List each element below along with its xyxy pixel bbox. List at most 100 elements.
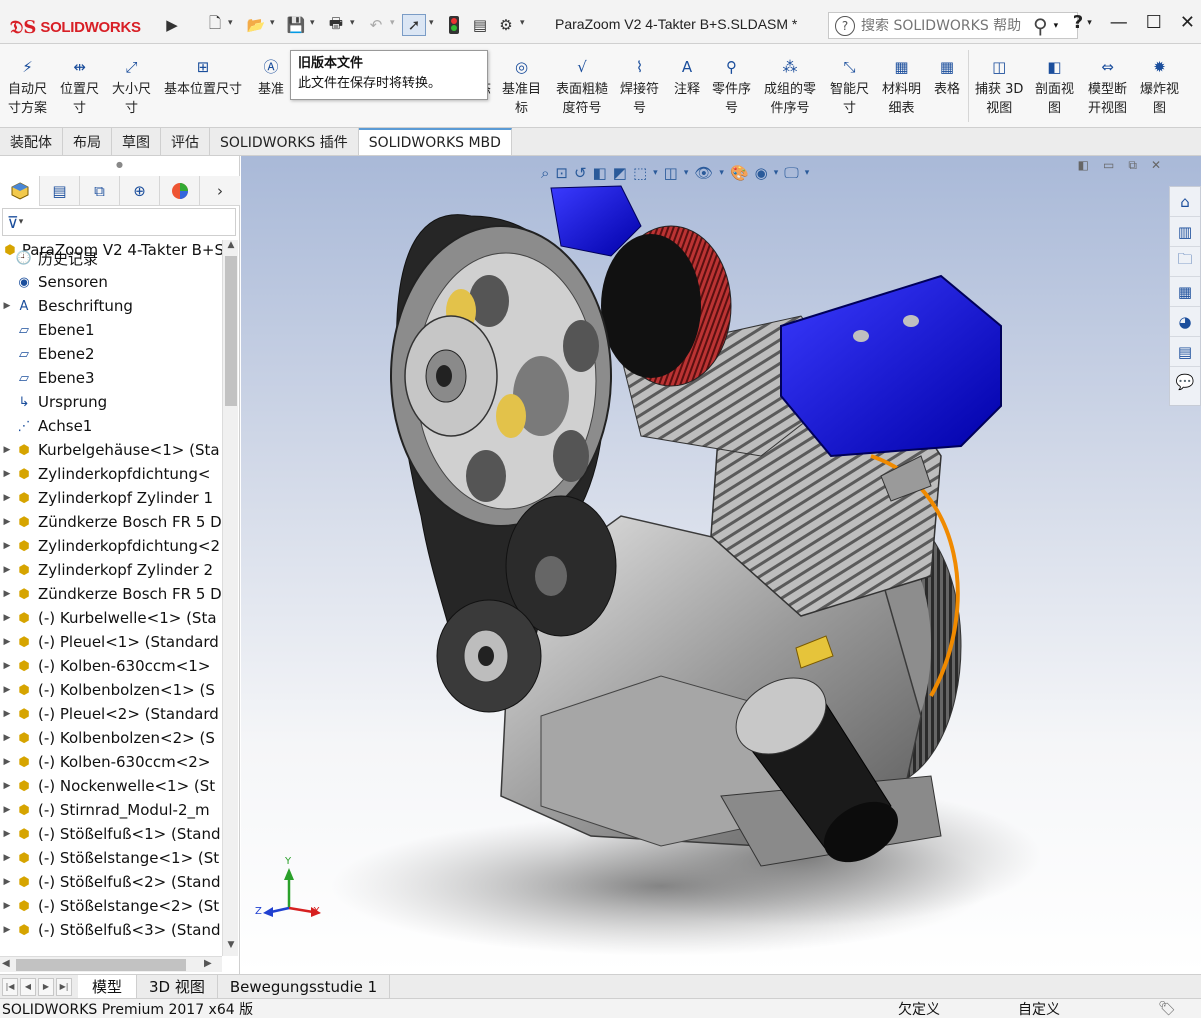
dimxpert-manager-tab[interactable]: ⊕ (120, 176, 160, 206)
tree-item[interactable]: ▶ ⬢ Zylinderkopfdichtung< (0, 462, 222, 486)
expand-arrow-icon[interactable]: ▶ (0, 781, 14, 791)
undo-icon[interactable]: ↶ (364, 14, 388, 36)
tree-item[interactable]: ▱ Ebene1 (0, 318, 222, 342)
tree-item[interactable]: ▶ ⬢ (-) Stößelstange<2> (St (0, 894, 222, 918)
graphics-area[interactable]: ⌕ ⊡ ↺ ◧ ◩ ⬚ ▾ ◫ ▾ 👁 ▾ 🎨 ◉ ▾ 🖵 ▾ ◧ ▭ ⧉ ✕ … (241, 156, 1201, 974)
maximize-icon[interactable]: ☐ (1146, 12, 1162, 33)
hscroll-thumb[interactable] (16, 959, 186, 971)
tab-addins[interactable]: SOLIDWORKS 插件 (210, 128, 359, 155)
tree-filter[interactable]: ⊽ ▾ (2, 208, 236, 236)
ribbon-button-16[interactable]: ▦ 材料明 细表 (882, 56, 921, 118)
last-tab-icon[interactable]: ▶| (56, 977, 72, 996)
expand-arrow-icon[interactable]: ▶ (0, 661, 14, 671)
print-icon[interactable]: 🖶 (324, 14, 348, 36)
engine-model[interactable] (241, 156, 1201, 974)
tree-horizontal-scrollbar[interactable]: ◀ ▶ (0, 956, 222, 972)
file-properties-icon[interactable]: ▤ (468, 14, 492, 36)
tab-layout[interactable]: 布局 (63, 128, 112, 155)
ribbon-button-13[interactable]: ⚲ 零件序号 (712, 56, 751, 118)
select-dropdown[interactable]: ▾ (429, 18, 434, 28)
ribbon-button-0[interactable]: ⚡ 自动尺 寸方案 (8, 56, 47, 118)
ribbon-button-12[interactable]: A 注释 (674, 56, 700, 99)
search-input[interactable] (861, 17, 1031, 34)
search-dropdown-icon[interactable]: ▾ (1054, 21, 1059, 31)
rebuild-icon[interactable] (442, 14, 466, 36)
ribbon-button-11[interactable]: ⌇ 焊接符号 (620, 56, 659, 118)
tree-item[interactable]: ▶ ⬢ (-) Kolben-630ccm<2> (0, 750, 222, 774)
tab-sketch[interactable]: 草图 (112, 128, 161, 155)
status-units[interactable]: 自定义 (1018, 999, 1060, 1019)
tree-item[interactable]: ▶ ⬢ (-) Kolbenbolzen<2> (S (0, 726, 222, 750)
tree-item[interactable]: ▶ ⬢ (-) Nockenwelle<1> (St (0, 774, 222, 798)
tab-3d-view[interactable]: 3D 视图 (137, 974, 218, 999)
panel-grip-icon[interactable]: ● (116, 160, 123, 169)
tree-item[interactable]: ▶ ⬢ (-) Pleuel<2> (Standard (0, 702, 222, 726)
tab-model[interactable]: 模型 (78, 974, 138, 999)
minimize-icon[interactable]: — (1110, 12, 1128, 33)
expand-arrow-icon[interactable]: ▶ (0, 637, 14, 647)
ribbon-button-20[interactable]: ⇔ 模型断 开视图 (1088, 56, 1127, 118)
tree-item[interactable]: ▶ A Beschriftung (0, 294, 222, 318)
options-icon[interactable]: ⚙ (494, 14, 518, 36)
open-dropdown[interactable]: ▾ (270, 18, 275, 28)
expand-arrow-icon[interactable]: ▶ (0, 445, 14, 455)
tree-item[interactable]: ▶ ⬢ Zylinderkopf Zylinder 1 (0, 486, 222, 510)
scroll-down-icon[interactable]: ▼ (223, 940, 239, 956)
tree-item[interactable]: ▶ ⬢ (-) Stößelfuß<3> (Stand (0, 918, 222, 942)
expand-arrow-icon[interactable]: ▶ (0, 709, 14, 719)
next-tab-icon[interactable]: ▶ (38, 977, 54, 996)
expand-arrow-icon[interactable]: ▶ (0, 925, 14, 935)
scroll-left-icon[interactable]: ◀ (2, 958, 10, 969)
ribbon-button-10[interactable]: √ 表面粗糙 度符号 (556, 56, 608, 118)
tag-icon[interactable]: 🏷 (1158, 1001, 1176, 1017)
solidworks-logo[interactable]: 𝔇S SOLIDWORKS (10, 11, 154, 43)
tree-item[interactable]: ▶ ⬢ Kurbelgehäuse<1> (Sta (0, 438, 222, 462)
select-icon[interactable]: ➚ (402, 14, 426, 36)
panel-more-icon[interactable]: › (200, 176, 240, 206)
tree-item[interactable]: ▶ ⬢ (-) Stirnrad_Modul-2_m (0, 798, 222, 822)
first-tab-icon[interactable]: |◀ (2, 977, 18, 996)
configuration-manager-tab[interactable]: ⧉ (80, 176, 120, 206)
feature-manager-tab[interactable] (0, 176, 40, 206)
tree-item[interactable]: ▶ ⬢ Zylinderkopfdichtung<2 (0, 534, 222, 558)
prev-tab-icon[interactable]: ◀ (20, 977, 36, 996)
tree-item[interactable]: ▱ Ebene2 (0, 342, 222, 366)
tab-assembly[interactable]: 装配体 (0, 128, 63, 155)
ribbon-button-19[interactable]: ◧ 剖面视图 (1035, 56, 1074, 118)
tree-item[interactable]: ▶ ⬢ (-) Kolbenbolzen<1> (S (0, 678, 222, 702)
tree-item[interactable]: ▶ ⬢ Zündkerze Bosch FR 5 D (0, 510, 222, 534)
display-manager-tab[interactable] (160, 176, 200, 206)
expand-arrow-icon[interactable]: ▶ (0, 613, 14, 623)
close-icon[interactable]: ✕ (1180, 12, 1195, 33)
tree-item[interactable]: ▶ ⬢ Zylinderkopf Zylinder 2 (0, 558, 222, 582)
tab-evaluate[interactable]: 评估 (161, 128, 210, 155)
tree-item[interactable]: ▶ ⬢ (-) Kolben-630ccm<1> (0, 654, 222, 678)
menu-expand-icon[interactable]: ▶ (160, 14, 184, 36)
ribbon-button-17[interactable]: ▦ 表格 (934, 56, 960, 99)
print-dropdown[interactable]: ▾ (350, 18, 355, 28)
help-icon[interactable]: ? (1073, 12, 1083, 33)
ribbon-button-15[interactable]: ⤡ 智能尺寸 (830, 56, 869, 118)
expand-arrow-icon[interactable]: ▶ (0, 877, 14, 887)
save-icon[interactable]: 💾 (284, 14, 308, 36)
property-manager-tab[interactable]: ▤ (40, 176, 80, 206)
new-document-icon[interactable]: 🗋 (203, 14, 227, 36)
scroll-right-icon[interactable]: ▶ (204, 958, 212, 969)
tab-motion-study[interactable]: Bewegungsstudie 1 (218, 974, 391, 999)
ribbon-button-9[interactable]: ◎ 基准目标 (502, 56, 541, 118)
open-icon[interactable]: 📂 (244, 14, 268, 36)
expand-arrow-icon[interactable]: ▶ (0, 517, 14, 527)
expand-arrow-icon[interactable]: ▶ (0, 853, 14, 863)
expand-arrow-icon[interactable]: ▶ (0, 493, 14, 503)
scroll-up-icon[interactable]: ▲ (223, 240, 239, 256)
filter-icon[interactable]: ⊽ (7, 213, 19, 232)
expand-arrow-icon[interactable]: ▶ (0, 301, 14, 311)
new-document-dropdown[interactable]: ▾ (228, 18, 233, 28)
ribbon-button-3[interactable]: ⊞ 基本位置尺寸 (164, 56, 242, 99)
tree-item[interactable]: ▶ ⬢ (-) Pleuel<1> (Standard (0, 630, 222, 654)
ribbon-button-2[interactable]: ⤢ 大小尺寸 (112, 56, 151, 118)
tab-mbd[interactable]: SOLIDWORKS MBD (358, 128, 512, 155)
expand-arrow-icon[interactable]: ▶ (0, 733, 14, 743)
ribbon-button-21[interactable]: ✹ 爆炸视图 (1140, 56, 1179, 118)
tree-item[interactable]: ▶ ⬢ (-) Stößelfuß<1> (Stand (0, 822, 222, 846)
